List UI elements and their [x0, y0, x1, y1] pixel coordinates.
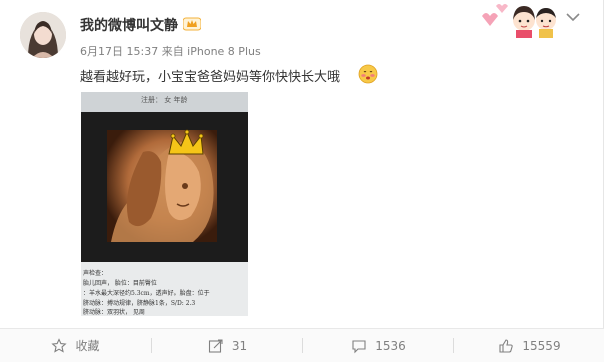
favorite-label: 收藏 — [75, 339, 100, 353]
like-count: 15559 — [522, 338, 561, 353]
thumbs-up-icon — [499, 338, 514, 353]
shy-face-emoji-icon — [358, 64, 378, 84]
comment-button[interactable]: 1536 — [303, 329, 454, 362]
favorite-button[interactable]: 收藏 — [0, 329, 151, 362]
username[interactable]: 我的微博叫文静 — [80, 15, 178, 35]
vip-crown-icon[interactable] — [183, 17, 201, 31]
comment-icon — [352, 339, 366, 353]
repost-button[interactable]: 31 — [152, 329, 303, 362]
repost-count: 31 — [231, 338, 248, 353]
photo-report-line-1: 声检查： — [83, 270, 108, 277]
chevron-down-icon[interactable] — [566, 12, 580, 22]
comment-count: 1536 — [375, 338, 406, 353]
like-button[interactable]: 15559 — [454, 329, 604, 362]
photo-header-text: 注册： 女 年龄 — [141, 96, 188, 104]
photo-report-line-5: 脐动脉：双羽状， 见周 — [83, 309, 145, 316]
photo-report-line-2: 胎儿回声， 胎位：目前臀位 — [83, 280, 157, 287]
avatar[interactable] — [20, 12, 66, 58]
photo-report-line-4: 脐动脉：搏动规律，脐静脉1条，S/D: 2.3 — [83, 300, 196, 307]
photo-report-line-3: ：羊水最大深径约5.3cm，透声好。胎盘：位于 — [83, 290, 210, 297]
repost-icon — [208, 338, 223, 353]
post-image[interactable]: 注册： 女 年龄 声检查： 胎儿回声， 胎位：目前臀位 ：羊水最大深径约5.3c… — [81, 92, 248, 316]
post-meta: 6月17日 15:37 来自 iPhone 8 Plus — [80, 45, 261, 58]
post-text: 越看越好玩，小宝宝爸爸妈妈等你快快长大哦 — [80, 70, 341, 85]
action-bar: 收藏 31 1536 15559 — [0, 328, 604, 362]
star-icon — [51, 337, 68, 353]
weibo-post-card: 我的微博叫文静 6月17日 15:37 来自 iPhone 8 Plus 越看越… — [0, 0, 604, 362]
couple-sticker-icon — [482, 4, 556, 38]
